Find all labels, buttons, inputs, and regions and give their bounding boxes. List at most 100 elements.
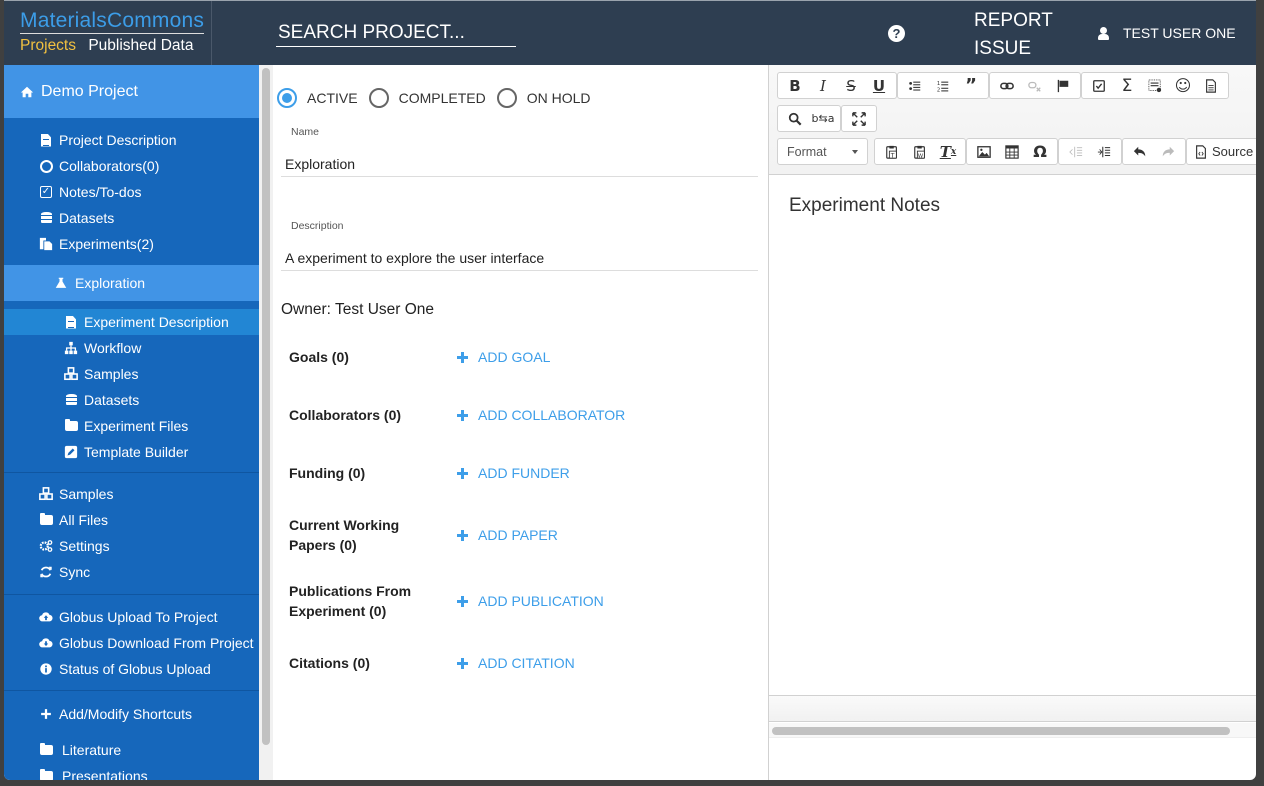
- bulleted-list-button[interactable]: [901, 74, 929, 97]
- nav-projects-link[interactable]: Projects: [20, 37, 76, 54]
- refresh-icon: [39, 565, 53, 579]
- add-modify-shortcuts-button[interactable]: Add/Modify Shortcuts: [4, 701, 259, 727]
- collaborators-section: Collaborators (0) ADD COLLABORATOR: [289, 405, 759, 425]
- form-settings-button[interactable]: [1141, 74, 1169, 97]
- section-label: Goals (0): [289, 349, 349, 365]
- status-radio-completed[interactable]: COMPLETED: [368, 88, 486, 108]
- editor-content-area[interactable]: Experiment Notes: [769, 175, 1256, 695]
- emoji-button[interactable]: ☺: [1169, 74, 1197, 97]
- sidebar-item-label: Experiment Description: [84, 314, 229, 330]
- add-goal-button[interactable]: ADD GOAL: [457, 349, 550, 365]
- paste-text-button[interactable]: T: [878, 140, 906, 163]
- add-citation-button[interactable]: ADD CITATION: [457, 655, 575, 671]
- table-button[interactable]: [998, 140, 1026, 163]
- sidebar-item-experiment-description[interactable]: Experiment Description: [4, 309, 259, 335]
- link-button[interactable]: [993, 74, 1021, 97]
- sidebar-item-project-description[interactable]: Project Description: [4, 127, 259, 153]
- source-button[interactable]: Source: [1190, 144, 1256, 159]
- sidebar-scrollbar[interactable]: [259, 65, 273, 780]
- sidebar-item-settings[interactable]: Settings: [4, 533, 259, 559]
- anchor-flag-button[interactable]: [1049, 74, 1077, 97]
- editor-scrollbar-thumb[interactable]: [772, 727, 1230, 735]
- page-template-button[interactable]: [1197, 74, 1225, 97]
- add-collaborator-button[interactable]: ADD COLLABORATOR: [457, 407, 625, 423]
- help-icon[interactable]: ?: [888, 25, 905, 42]
- checkbox-button[interactable]: [1085, 74, 1113, 97]
- add-funder-button[interactable]: ADD FUNDER: [457, 465, 570, 481]
- sidebar-item-globus-download[interactable]: Globus Download From Project: [4, 630, 259, 656]
- undo-button[interactable]: [1126, 140, 1154, 163]
- app-window: MaterialsCommons Projects Published Data…: [4, 0, 1256, 780]
- numbered-list-button[interactable]: 12: [929, 74, 957, 97]
- button-label: ADD FUNDER: [478, 465, 570, 481]
- outdent-button[interactable]: [1062, 140, 1090, 163]
- name-input[interactable]: [281, 151, 758, 177]
- replace-button[interactable]: b⇆a: [809, 107, 837, 130]
- underline-button[interactable]: U: [865, 74, 893, 97]
- sidebar-item-workflow[interactable]: Workflow: [4, 335, 259, 361]
- sidebar-item-globus-status[interactable]: Status of Globus Upload: [4, 656, 259, 682]
- sidebar-item-samples[interactable]: Samples: [4, 481, 259, 507]
- brand-logo-link[interactable]: MaterialsCommons: [20, 10, 205, 34]
- user-menu[interactable]: TEST USER ONE: [1098, 25, 1236, 41]
- sidebar-item-all-files[interactable]: All Files: [4, 507, 259, 533]
- sidebar-item-globus-upload[interactable]: Globus Upload To Project: [4, 604, 259, 630]
- math-sigma-button[interactable]: Σ: [1113, 74, 1141, 97]
- folder-icon: [64, 419, 78, 433]
- unlink-button[interactable]: [1021, 74, 1049, 97]
- special-char-button[interactable]: Ω: [1026, 140, 1054, 163]
- sidebar-item-label: Workflow: [84, 340, 142, 356]
- sidebar-item-sync[interactable]: Sync: [4, 559, 259, 585]
- sidebar-divider: [4, 690, 259, 691]
- shortcut-literature[interactable]: Literature: [4, 737, 259, 763]
- folder-icon: [39, 513, 53, 527]
- sidebar: Demo Project Project Description Collabo…: [4, 65, 259, 780]
- status-radio-active[interactable]: ACTIVE: [277, 88, 358, 108]
- find-button[interactable]: [781, 107, 809, 130]
- strikethrough-button[interactable]: S: [837, 74, 865, 97]
- button-label: ADD CITATION: [478, 655, 575, 671]
- description-input[interactable]: [281, 245, 758, 271]
- format-dropdown-label: Format: [787, 144, 827, 159]
- editor-horizontal-scrollbar[interactable]: [769, 723, 1256, 738]
- button-label: ADD COLLABORATOR: [478, 407, 626, 423]
- image-button[interactable]: [970, 140, 998, 163]
- remove-format-button[interactable]: Tx: [934, 140, 962, 163]
- nav-published-data-link[interactable]: Published Data: [88, 37, 193, 54]
- sidebar-item-label: Collaborators(0): [59, 158, 160, 174]
- source-button-label: Source: [1212, 144, 1254, 159]
- add-publication-button[interactable]: ADD PUBLICATION: [457, 593, 604, 609]
- shortcut-presentations[interactable]: Presentations: [4, 763, 259, 780]
- sidebar-item-exp-samples[interactable]: Samples: [4, 361, 259, 387]
- paste-from-word-button[interactable]: W: [906, 140, 934, 163]
- plus-icon: [457, 658, 468, 669]
- section-label: Publications From Experiment (0): [289, 583, 412, 619]
- sidebar-item-experiments[interactable]: Experiments(2): [4, 231, 259, 257]
- sidebar-item-label: Presentations: [62, 768, 148, 780]
- home-icon: [20, 86, 34, 97]
- add-paper-button[interactable]: ADD PAPER: [457, 527, 558, 543]
- sidebar-item-template-builder[interactable]: Template Builder: [4, 439, 259, 465]
- sidebar-item-datasets[interactable]: Datasets: [4, 205, 259, 231]
- sidebar-item-notes-todos[interactable]: ✓ Notes/To-dos: [4, 179, 259, 205]
- sidebar-scrollbar-thumb[interactable]: [262, 68, 270, 745]
- svg-text:1: 1: [937, 81, 940, 87]
- italic-button[interactable]: I: [809, 74, 837, 97]
- bold-button[interactable]: B: [781, 74, 809, 97]
- sidebar-project-home[interactable]: Demo Project: [4, 65, 259, 118]
- sidebar-experiment-exploration[interactable]: Exploration: [4, 265, 259, 301]
- redo-button[interactable]: [1154, 140, 1182, 163]
- report-issue-link[interactable]: REPORT ISSUE: [974, 7, 1064, 63]
- sidebar-item-collaborators[interactable]: Collaborators(0): [4, 153, 259, 179]
- maximize-button[interactable]: [845, 107, 873, 130]
- status-radio-on-hold[interactable]: ON HOLD: [496, 88, 591, 108]
- blockquote-button[interactable]: ”: [957, 74, 985, 97]
- sidebar-item-label: Literature: [62, 742, 122, 758]
- indent-button[interactable]: [1090, 140, 1118, 163]
- chevron-down-icon: [852, 149, 858, 154]
- sidebar-item-experiment-files[interactable]: Experiment Files: [4, 413, 259, 439]
- sidebar-item-exp-datasets[interactable]: Datasets: [4, 387, 259, 413]
- format-dropdown[interactable]: Format: [777, 138, 868, 165]
- search-project-input[interactable]: [276, 20, 516, 47]
- database-icon: [64, 393, 78, 407]
